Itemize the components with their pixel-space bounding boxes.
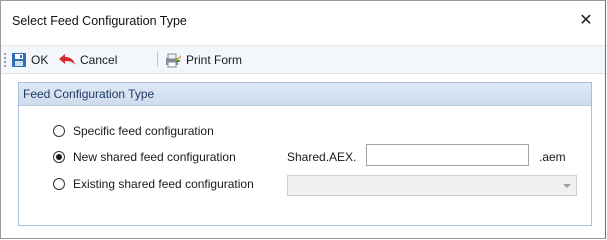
print-form-label: Print Form (186, 52, 243, 67)
cancel-label: Cancel (80, 52, 118, 67)
radio-label: Specific feed configuration (73, 124, 214, 138)
toolbar-grip[interactable] (4, 53, 6, 67)
existing-shared-config-dropdown[interactable] (287, 175, 577, 196)
dialog-title: Select Feed Configuration Type (12, 14, 187, 28)
toolbar: OK Cancel Print Form (1, 45, 605, 74)
close-icon[interactable]: ✕ (576, 11, 596, 31)
toolbar-separator (157, 52, 158, 67)
back-arrow-icon (59, 53, 75, 65)
radio-new-shared-feed[interactable]: New shared feed configuration (53, 148, 236, 166)
radio-specific-feed[interactable]: Specific feed configuration (53, 122, 214, 140)
radio-label: New shared feed configuration (73, 150, 236, 164)
shared-prefix-label: Shared.AEX. (287, 150, 357, 164)
feed-config-dialog: Select Feed Configuration Type ✕ OK Canc… (0, 0, 606, 239)
ok-button[interactable]: OK (11, 50, 48, 69)
group-header: Feed Configuration Type (19, 83, 591, 106)
ok-label: OK (31, 52, 49, 67)
radio-label: Existing shared feed configuration (73, 177, 254, 191)
chevron-down-icon[interactable] (563, 184, 571, 188)
radio-button-selected[interactable] (53, 151, 65, 163)
radio-button[interactable] (53, 178, 65, 190)
feed-config-type-group: Feed Configuration Type Specific feed co… (18, 82, 592, 226)
save-icon (12, 52, 26, 67)
radio-existing-shared-feed[interactable]: Existing shared feed configuration (53, 175, 254, 193)
print-form-button[interactable]: Print Form (164, 50, 242, 69)
print-form-icon (166, 53, 181, 67)
group-title: Feed Configuration Type (23, 87, 155, 101)
title-bar: Select Feed Configuration Type ✕ (1, 1, 605, 43)
shared-suffix-label: .aem (539, 150, 566, 164)
radio-button[interactable] (53, 125, 65, 137)
cancel-button[interactable]: Cancel (58, 50, 117, 69)
shared-config-name-input[interactable] (366, 144, 529, 166)
